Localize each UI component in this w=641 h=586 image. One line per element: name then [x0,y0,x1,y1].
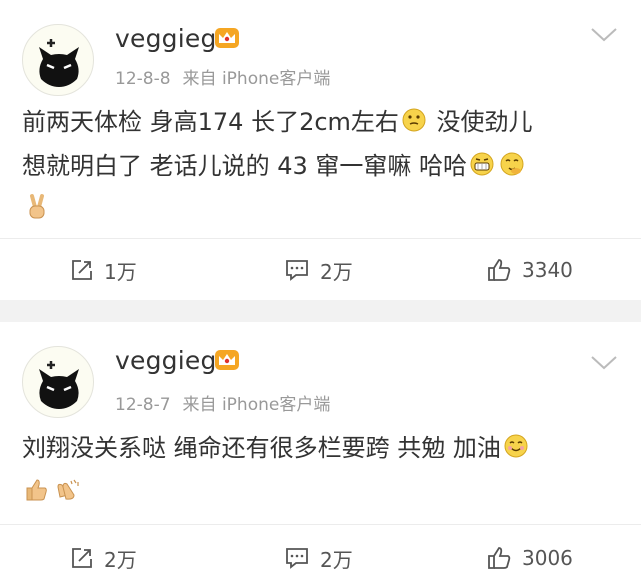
post-content-line: 想就明白了 老话儿说的 43 窜一窜嘛 哈哈 [22,144,622,188]
post-text: 想就明白了 老话儿说的 43 窜一窜嘛 哈哈 [22,152,468,180]
comment-count: 2万 [320,259,353,284]
victory-hand-icon [29,194,45,219]
post-content-line: 刘翔没关系哒 绳命还有很多栏要跨 共勉 加油 [22,426,622,470]
comment-button[interactable]: 2万 [284,242,353,298]
action-bar: 2万 2万 3006 [0,530,641,586]
crown-badge-icon [215,28,239,48]
post-card[interactable]: veggieg 12-8-8 来自 iPhone客户端 前两天体检 身高174 长… [0,0,641,300]
crown-badge-icon [215,350,239,370]
comment-button[interactable]: 2万 [284,530,353,586]
post-text: 刘翔没关系哒 绳命还有很多栏要跨 共勉 加油 [22,434,501,462]
divider [0,238,641,239]
repost-count: 2万 [104,547,137,572]
blushing-laugh-face-icon [500,152,524,176]
post-source: 来自 iPhone客户端 [182,395,331,415]
smile-face-icon [504,434,528,458]
like-button[interactable]: 3340 [486,242,573,298]
like-button[interactable]: 3006 [486,530,573,586]
post-content: 前两天体检 身高174 长了2cm左右 没使劲儿 想就明白了 老话儿说的 43 … [22,100,622,232]
chevron-down-icon[interactable] [589,26,619,44]
comment-icon [286,548,308,569]
like-count: 3340 [522,258,573,282]
repost-button[interactable]: 1万 [70,242,137,298]
post-content: 刘翔没关系哒 绳命还有很多栏要跨 共勉 加油 [22,426,622,514]
post-date: 12-8-7 [115,395,171,415]
thinking-face-icon [402,108,426,132]
repost-count: 1万 [104,259,137,284]
divider [0,524,641,525]
post-content-line: 前两天体检 身高174 长了2cm左右 没使劲儿 [22,100,622,144]
thumbs-up-emoji-icon [26,479,47,501]
thumbs-up-icon [488,547,511,569]
post-date: 12-8-8 [115,69,171,89]
avatar[interactable] [22,346,94,418]
post-content-line [22,470,622,514]
post-text: 没使劲儿 [428,108,533,136]
post-card[interactable]: veggieg 12-8-7 来自 iPhone客户端 刘翔没关系哒 绳命还有很多… [0,322,641,586]
comment-count: 2万 [320,547,353,572]
black-cat-avatar-icon [39,361,79,409]
username[interactable]: veggieg [115,346,217,375]
avatar[interactable] [22,24,94,96]
repost-icon [72,548,92,568]
repost-button[interactable]: 2万 [70,530,137,586]
action-bar: 1万 2万 3340 [0,242,641,298]
black-cat-avatar-icon [39,39,79,87]
username[interactable]: veggieg [115,24,217,53]
repost-icon [72,260,92,280]
thumbs-up-icon [488,259,511,281]
post-meta: 12-8-8 来自 iPhone客户端 [115,64,330,89]
clapping-hands-icon [57,479,79,500]
comment-icon [286,260,308,281]
post-source: 来自 iPhone客户端 [182,69,331,89]
post-text: 前两天体检 身高174 长了2cm左右 [22,108,399,136]
chevron-down-icon[interactable] [589,354,619,372]
like-count: 3006 [522,546,573,570]
grin-face-icon [470,152,494,176]
post-meta: 12-8-7 来自 iPhone客户端 [115,390,330,415]
post-content-line [22,188,622,232]
